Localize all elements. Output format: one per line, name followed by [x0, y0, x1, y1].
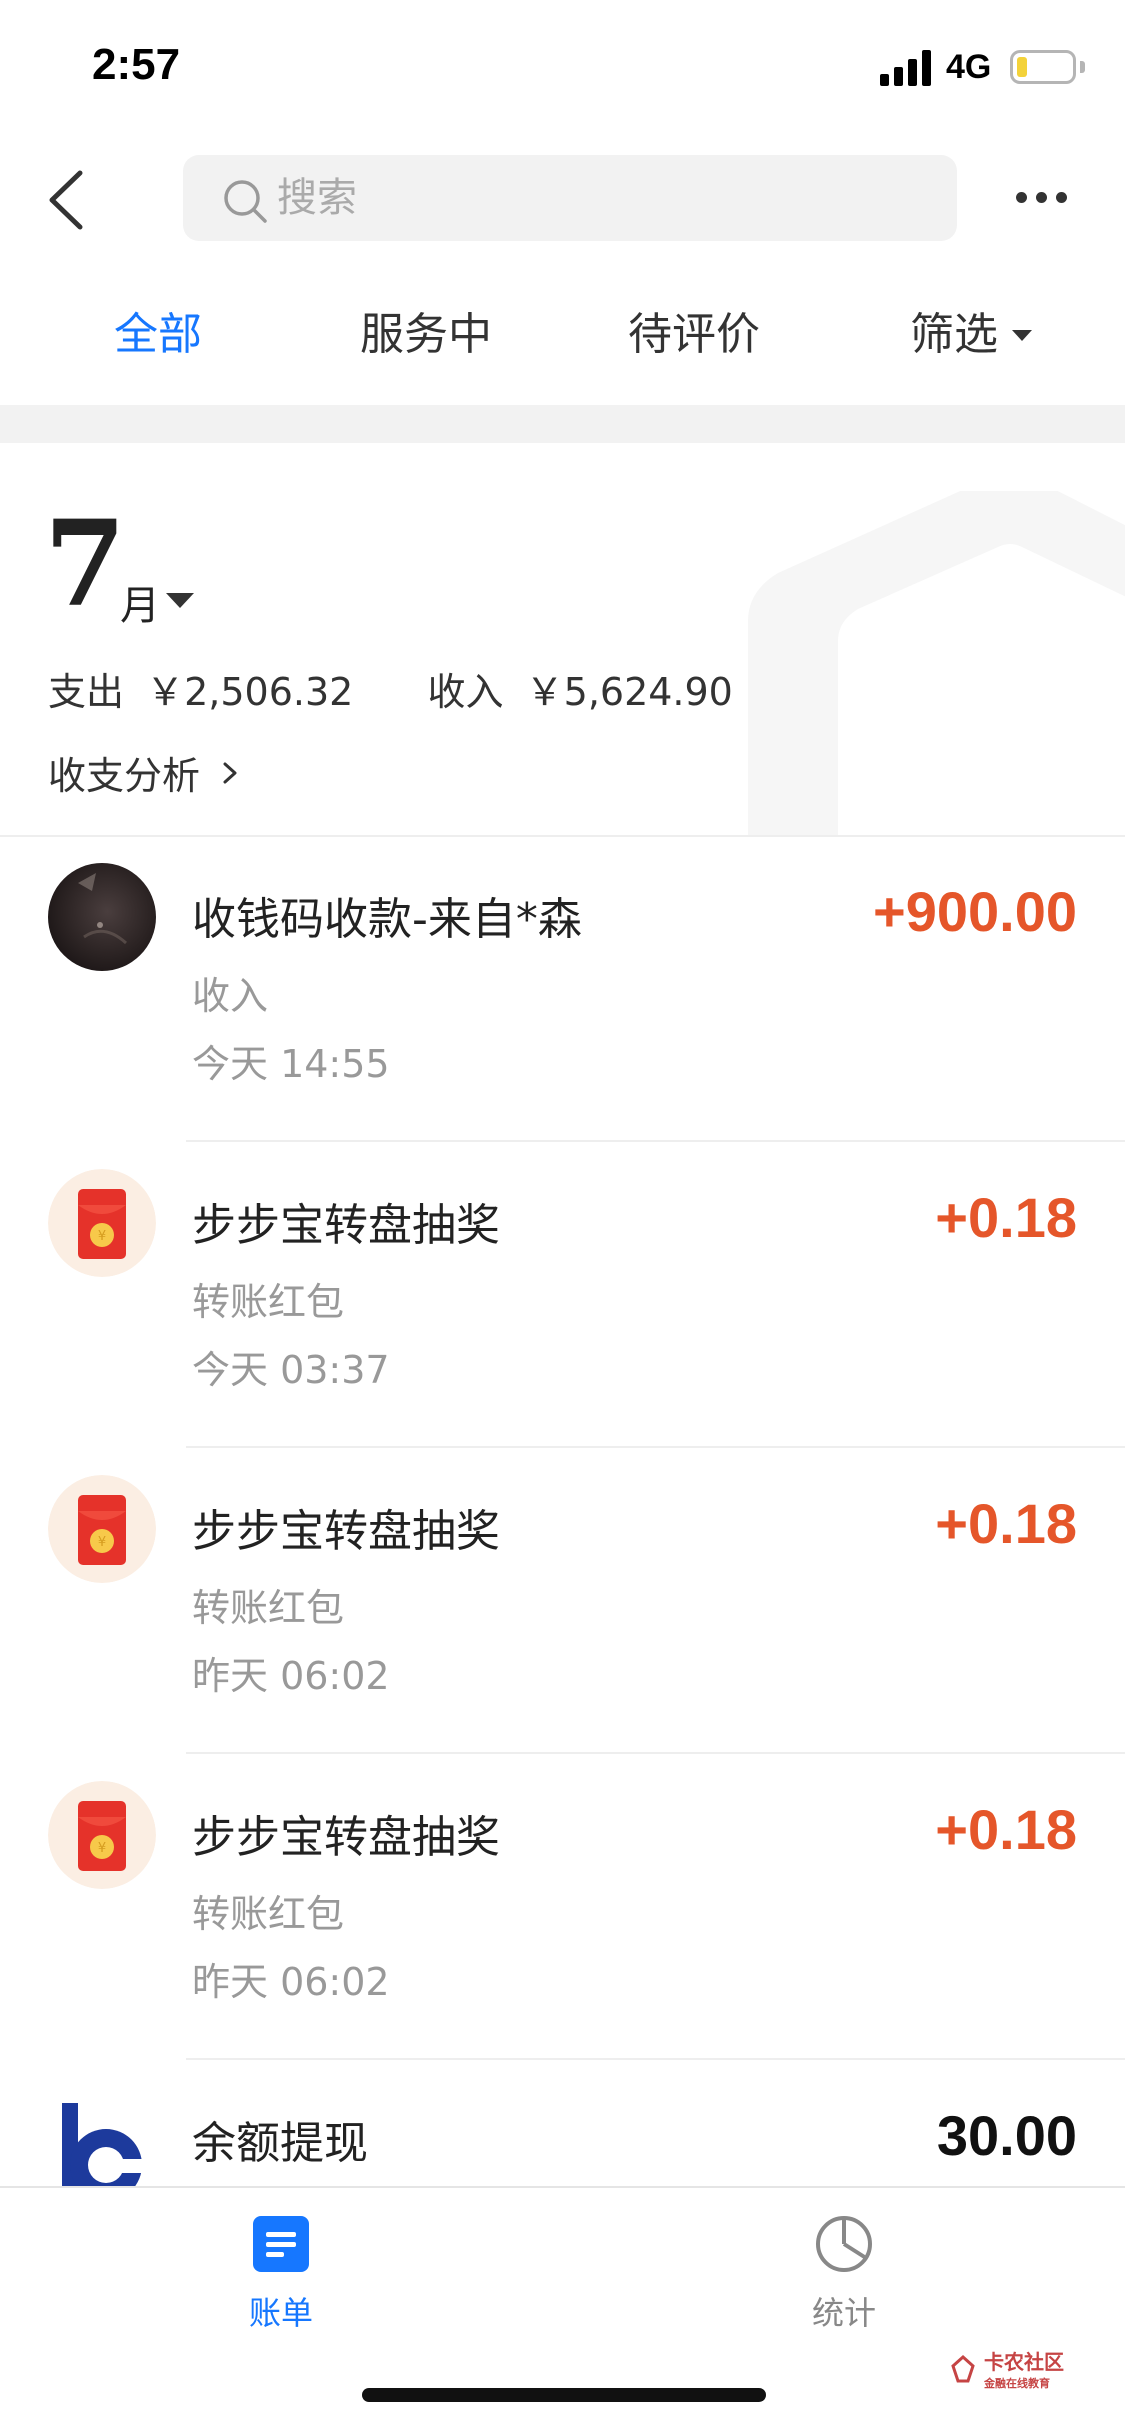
- search-bar[interactable]: 搜索: [183, 155, 957, 241]
- bottom-tab-label: 账单: [248, 2294, 313, 2332]
- income-value: ￥5,624.90: [525, 670, 733, 714]
- svg-text:¥: ¥: [98, 1229, 106, 1244]
- transaction-category: 转账红包: [192, 1586, 345, 1630]
- transaction-amount: +0.18: [935, 1798, 1077, 1861]
- network-type: 4G: [946, 48, 992, 86]
- bank-logo-icon: [62, 2103, 156, 2186]
- site-watermark: 卡农社区 金融在线教育: [948, 2346, 1064, 2391]
- caret-down-icon: [1012, 329, 1032, 341]
- home-indicator[interactable]: [362, 2388, 766, 2402]
- month-number[interactable]: 7: [44, 505, 126, 623]
- watermark-sub: 金融在线教育: [984, 2377, 1050, 2390]
- bottom-tab-bill[interactable]: 账单: [201, 2214, 361, 2334]
- analysis-label: 收支分析: [48, 754, 201, 798]
- expense-label: 支出: [48, 670, 125, 714]
- transaction-title: 收钱码收款-来自*森: [192, 894, 582, 945]
- transaction-title: 步步宝转盘抽奖: [192, 1812, 500, 1863]
- transaction-amount: +0.18: [935, 1186, 1077, 1249]
- month-totals: 支出 ￥2,506.32 收入 ￥5,624.90: [48, 661, 743, 716]
- battery-icon: [1010, 50, 1076, 84]
- transaction-title: 步步宝转盘抽奖: [192, 1506, 500, 1557]
- red-envelope-icon: ¥: [48, 1169, 156, 1277]
- tab-filter[interactable]: 筛选: [910, 290, 1032, 380]
- transaction-time: 今天 14:55: [192, 1042, 390, 1086]
- transaction-time: 昨天 06:02: [192, 1960, 390, 2004]
- battery-tip: [1080, 61, 1085, 73]
- signal-icon: [880, 50, 931, 86]
- tab-all[interactable]: 全部: [114, 290, 202, 380]
- red-envelope-icon: ¥: [48, 1781, 156, 1889]
- status-time: 2:57: [92, 40, 181, 89]
- transaction-amount: +0.18: [935, 1492, 1077, 1555]
- back-chevron-icon[interactable]: [40, 167, 96, 233]
- watermark-text: 卡农社区 金融在线教育: [984, 2346, 1064, 2391]
- transaction-amount: +900.00: [873, 880, 1077, 943]
- transaction-title: 余额提现: [192, 2118, 368, 2169]
- transaction-title: 步步宝转盘抽奖: [192, 1200, 500, 1251]
- transaction-amount: 30.00: [936, 2104, 1077, 2167]
- transaction-row[interactable]: ¥ 步步宝转盘抽奖 转账红包 昨天 06:02 +0.18: [0, 1753, 1125, 2059]
- status-bar: 2:57 4G: [0, 0, 1125, 132]
- search-icon: [224, 180, 267, 223]
- user-avatar: [48, 863, 156, 971]
- bottom-tab-stats[interactable]: 统计: [764, 2214, 924, 2334]
- tab-in-service[interactable]: 服务中: [360, 290, 492, 380]
- tab-filter-label: 筛选: [910, 309, 998, 360]
- transaction-category: 收入: [192, 974, 269, 1018]
- filter-tabs: 全部 服务中 待评价 筛选: [0, 290, 1125, 380]
- chevron-right-icon: [223, 762, 237, 783]
- bottom-tab-label: 统计: [811, 2294, 876, 2332]
- transaction-category: 转账红包: [192, 1892, 345, 1936]
- transaction-row[interactable]: 收钱码收款-来自*森 收入 今天 14:55 +900.00: [0, 835, 1125, 1141]
- tab-pending-review[interactable]: 待评价: [628, 290, 760, 380]
- navbar: 搜索: [0, 140, 1125, 260]
- month-summary: 7 月 支出 ￥2,506.32 收入 ￥5,624.90 收支分析: [0, 443, 1125, 835]
- watermark-name: 卡农社区: [984, 2350, 1064, 2374]
- bill-icon: [253, 2216, 309, 2272]
- house-watermark-icon: [748, 491, 1125, 835]
- transaction-time: 昨天 06:02: [192, 1654, 390, 1698]
- analysis-link[interactable]: 收支分析: [48, 745, 240, 800]
- income-label: 收入: [427, 670, 504, 714]
- svg-text:¥: ¥: [98, 1535, 106, 1550]
- transaction-time: 今天 03:37: [192, 1348, 390, 1392]
- month-caret-icon[interactable]: [166, 593, 194, 608]
- red-envelope-icon: ¥: [48, 1475, 156, 1583]
- pie-chart-icon: [816, 2216, 872, 2272]
- search-input[interactable]: 搜索: [277, 155, 357, 241]
- transaction-row[interactable]: ¥ 步步宝转盘抽奖 转账红包 今天 03:37 +0.18: [0, 1141, 1125, 1447]
- watermark-logo-icon: [951, 2354, 975, 2382]
- transaction-row[interactable]: ¥ 步步宝转盘抽奖 转账红包 昨天 06:02 +0.18: [0, 1447, 1125, 1753]
- section-divider: [0, 405, 1125, 443]
- expense-value: ￥2,506.32: [146, 670, 354, 714]
- transaction-row[interactable]: 余额提现 30.00: [0, 2059, 1125, 2186]
- transaction-category: 转账红包: [192, 1280, 345, 1324]
- more-icon[interactable]: [1016, 192, 1068, 204]
- month-unit[interactable]: 月: [120, 573, 160, 631]
- svg-text:¥: ¥: [98, 1841, 106, 1856]
